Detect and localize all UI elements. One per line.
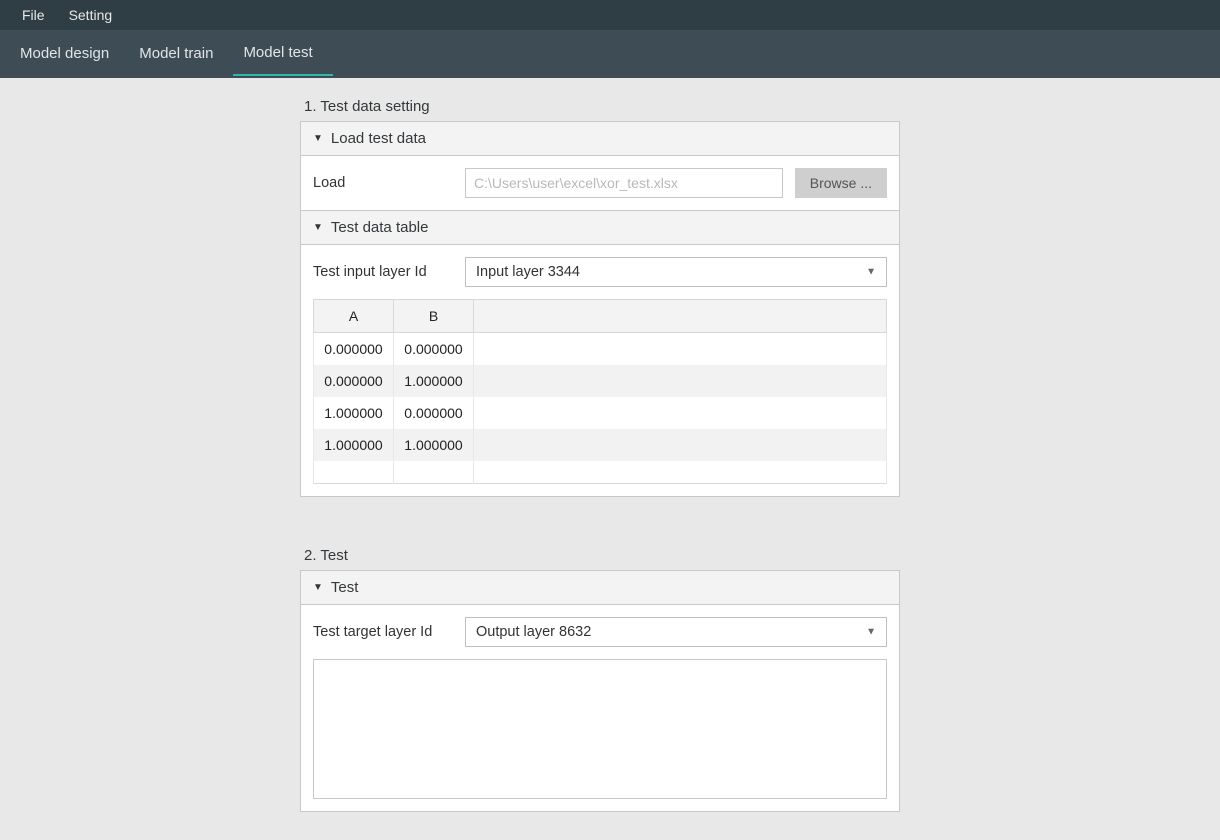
chevron-down-icon: ▼ [313,222,323,233]
load-label: Load [313,175,453,191]
table-row: 1.000000 0.000000 [314,397,887,429]
table-cell: 1.000000 [394,429,474,461]
table-cell: 0.000000 [314,333,394,366]
tab-model-test[interactable]: Model test [233,32,332,76]
table-cell-empty [474,397,887,429]
table-cell: 1.000000 [314,397,394,429]
table-col-a: A [314,300,394,333]
section1-panel: ▼ Load test data Load Browse ... ▼ Test … [300,121,900,497]
test-data-table-body: Test input layer Id Input layer 3344 ▼ A… [301,245,899,496]
browse-button[interactable]: Browse ... [795,168,887,198]
test-input-layer-value: Input layer 3344 [476,264,580,280]
section2-panel: ▼ Test Test target layer Id Output layer… [300,570,900,812]
table-cell: 0.000000 [314,365,394,397]
table-header-row: A B [314,300,887,333]
table-cell: 1.000000 [314,429,394,461]
content-scroll[interactable]: 1. Test data setting ▼ Load test data Lo… [0,78,1220,840]
chevron-down-icon: ▼ [313,133,323,144]
table-row: 0.000000 0.000000 [314,333,887,366]
test-data-table-header-label: Test data table [331,219,429,236]
test-target-layer-value: Output layer 8632 [476,624,591,640]
chevron-down-icon: ▼ [866,267,876,278]
table-row: 0.000000 1.000000 [314,365,887,397]
table-cell-empty [474,429,887,461]
table-cell: 0.000000 [394,333,474,366]
table-cell: 0.000000 [394,397,474,429]
test-target-layer-dropdown[interactable]: Output layer 8632 ▼ [465,617,887,647]
menu-file[interactable]: File [10,3,57,27]
load-test-data-header-label: Load test data [331,130,426,147]
test-input-layer-dropdown[interactable]: Input layer 3344 ▼ [465,257,887,287]
test-group-header-label: Test [331,579,359,596]
test-target-layer-label: Test target layer Id [313,624,453,640]
tab-model-train[interactable]: Model train [129,33,233,75]
test-output-box [313,659,887,799]
tab-model-design[interactable]: Model design [10,33,129,75]
test-group-body: Test target layer Id Output layer 8632 ▼ [301,605,899,811]
test-input-layer-label: Test input layer Id [313,264,453,280]
table-cell-empty [474,461,887,483]
table-col-rest [474,300,887,333]
test-data-table-header[interactable]: ▼ Test data table [301,210,899,245]
section1-title: 1. Test data setting [304,98,1200,115]
load-test-data-header[interactable]: ▼ Load test data [301,122,899,156]
table-row-empty [314,461,887,483]
test-group-header[interactable]: ▼ Test [301,571,899,605]
test-data-table: A B 0.000000 0.000000 0.000000 [313,299,887,484]
table-cell-empty [474,333,887,366]
table-cell-empty [314,461,394,483]
load-path-input[interactable] [465,168,783,198]
tabbar: Model design Model train Model test [0,30,1220,78]
menu-setting[interactable]: Setting [57,3,125,27]
table-cell: 1.000000 [394,365,474,397]
chevron-down-icon: ▼ [313,582,323,593]
table-cell-empty [394,461,474,483]
menubar: File Setting [0,0,1220,30]
section2-title: 2. Test [304,547,1200,564]
table-col-b: B [394,300,474,333]
load-test-data-body: Load Browse ... [301,156,899,210]
table-row: 1.000000 1.000000 [314,429,887,461]
table-cell-empty [474,365,887,397]
chevron-down-icon: ▼ [866,626,876,637]
content: 1. Test data setting ▼ Load test data Lo… [0,78,1200,840]
